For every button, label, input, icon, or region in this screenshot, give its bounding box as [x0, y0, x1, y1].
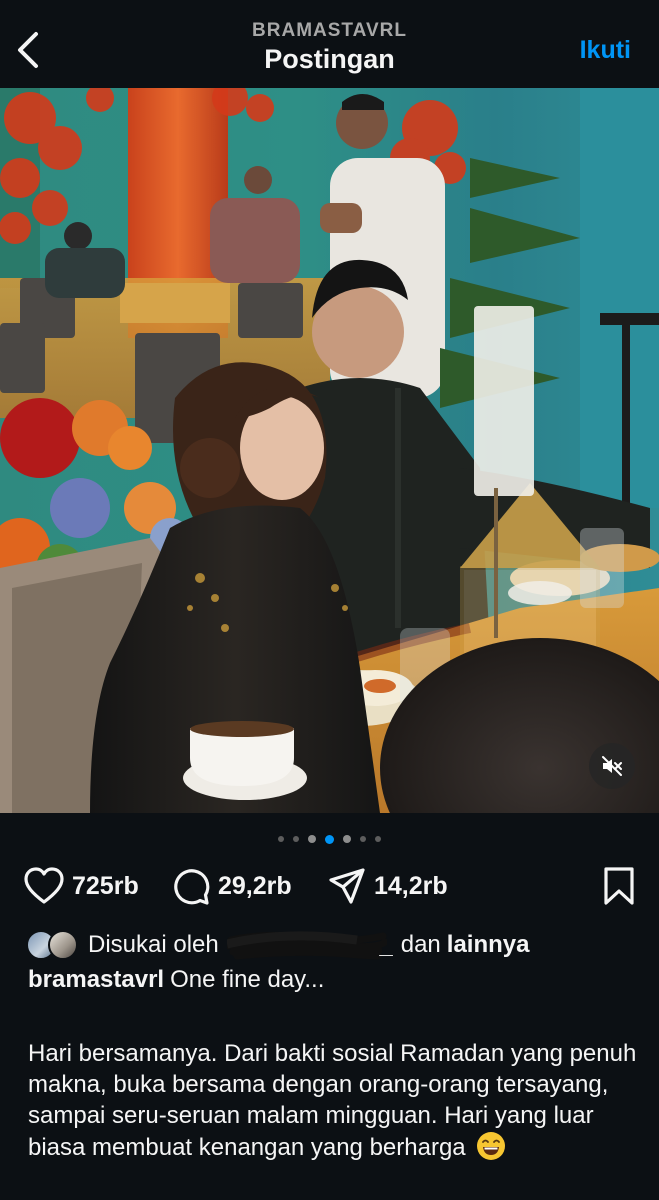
- carousel-dot: [375, 836, 381, 842]
- redacted-username[interactable]: _: [225, 930, 393, 960]
- share-button[interactable]: 14,2rb: [328, 864, 448, 908]
- liker-avatars: [26, 929, 80, 961]
- caption-body: Hari bersamanya. Dari bakti sosial Ramad…: [28, 1038, 638, 1163]
- page-title: Postingan: [264, 44, 395, 74]
- liked-by-connector: dan: [400, 931, 441, 958]
- comment-button[interactable]: 29,2rb: [172, 864, 292, 908]
- speaker-muted-icon: [602, 756, 622, 776]
- heart-icon: [24, 867, 64, 904]
- carousel-dot: [360, 836, 366, 842]
- post-photo[interactable]: [0, 88, 659, 813]
- paper-plane-icon: [329, 868, 365, 904]
- shares-count[interactable]: 14,2rb: [374, 872, 448, 901]
- comments-count[interactable]: 29,2rb: [218, 872, 292, 901]
- follow-button[interactable]: Ikuti: [580, 36, 631, 65]
- like-button[interactable]: 725rb: [24, 864, 139, 908]
- mute-button[interactable]: [589, 743, 635, 789]
- caption-body-text: Hari bersamanya. Dari bakti sosial Ramad…: [28, 1040, 637, 1161]
- post-header: BRAMASTAVRL Postingan Ikuti: [0, 0, 659, 88]
- scribble-redaction: [225, 931, 389, 960]
- liked-by-line[interactable]: Disukai oleh _ dan lainnya: [26, 928, 646, 962]
- action-bar: 725rb 29,2rb 14,2rb: [24, 864, 635, 908]
- liked-by-prefix: Disukai oleh: [88, 931, 219, 958]
- carousel-indicator: [0, 832, 659, 846]
- carousel-dot: [293, 836, 299, 842]
- likes-count[interactable]: 725rb: [72, 872, 139, 901]
- carousel-dot: [308, 835, 316, 843]
- caption-username[interactable]: bramastavrl: [28, 966, 164, 993]
- save-button[interactable]: [603, 866, 635, 911]
- carousel-dot-active: [325, 834, 334, 844]
- caption-headline-text: One fine day...: [170, 966, 325, 993]
- grinning-face-icon: [477, 1132, 506, 1160]
- carousel-dot: [278, 836, 284, 842]
- liker-suffix: _: [379, 932, 393, 959]
- post-image: [0, 88, 659, 813]
- avatar: [48, 930, 78, 960]
- header-username[interactable]: BRAMASTAVRL: [0, 20, 659, 42]
- liked-by-others[interactable]: lainnya: [447, 931, 530, 959]
- comment-bubble-icon: [174, 869, 210, 905]
- carousel-dot: [343, 835, 351, 843]
- caption-headline: bramastavrl One fine day...: [28, 966, 324, 994]
- bookmark-icon: [604, 867, 634, 905]
